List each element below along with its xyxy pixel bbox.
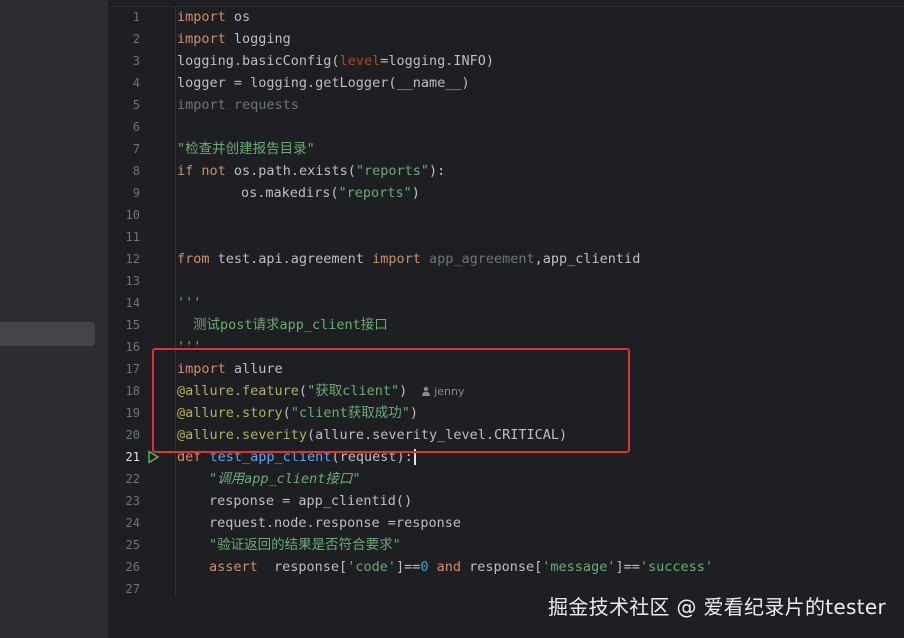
code-line-8: if not os.path.exists("reports"): xyxy=(177,163,446,179)
code-line-4: logger = logging.getLogger(__name__) xyxy=(177,75,470,91)
line-number-current: 21 xyxy=(125,450,140,464)
line-number: 18 xyxy=(125,384,140,398)
line-number: 5 xyxy=(132,98,140,112)
code-line-7: "检查并创建报告目录" xyxy=(177,141,315,157)
indent-guide xyxy=(175,6,176,596)
code-line-14: ''' xyxy=(177,295,202,311)
watermark-text: 掘金技术社区 @ 爱看纪录片的tester xyxy=(548,595,886,619)
line-number: 3 xyxy=(132,54,140,68)
code-line-26: assert response['code']==0 and response[… xyxy=(209,559,713,575)
code-line-22: "调用app_client接口" xyxy=(209,471,361,487)
line-number: 16 xyxy=(125,340,140,354)
line-number: 11 xyxy=(125,230,140,244)
line-number: 14 xyxy=(125,296,140,310)
line-number: 4 xyxy=(132,76,140,90)
line-number: 13 xyxy=(125,274,140,288)
code-line-24: request.node.response =response xyxy=(209,515,461,531)
line-number: 2 xyxy=(132,32,140,46)
line-number: 8 xyxy=(132,164,140,178)
line-number: 20 xyxy=(125,428,140,442)
code-line-9: os.makedirs("reports") xyxy=(241,185,420,201)
line-number: 15 xyxy=(125,318,140,332)
code-editor[interactable]: 1 2 3 4 5 6 7 8 9 10 11 12 13 14 15 16 1… xyxy=(108,0,904,638)
highlight-annotation-box xyxy=(152,348,630,453)
line-number: 24 xyxy=(125,516,140,530)
code-line-1: import os xyxy=(177,9,251,25)
project-tree-selected-item[interactable] xyxy=(0,322,95,346)
line-number: 1 xyxy=(132,10,140,24)
line-number: 27 xyxy=(125,582,140,596)
code-line-23: response = app_clientid() xyxy=(209,493,413,509)
line-number: 19 xyxy=(125,406,140,420)
code-line-25: "验证返回的结果是否符合要求" xyxy=(209,537,401,553)
line-number: 25 xyxy=(125,538,140,552)
line-number: 17 xyxy=(125,362,140,376)
code-line-15: 测试post请求app_client接口 xyxy=(193,317,388,333)
code-line-2: import logging xyxy=(177,31,291,47)
line-number: 6 xyxy=(132,120,140,134)
line-number: 26 xyxy=(125,560,140,574)
code-line-5: import requests xyxy=(177,97,299,113)
line-number: 12 xyxy=(125,252,140,266)
line-number: 9 xyxy=(132,186,140,200)
line-number: 10 xyxy=(125,208,140,222)
project-tool-panel xyxy=(0,0,109,638)
ide-window: 1 2 3 4 5 6 7 8 9 10 11 12 13 14 15 16 1… xyxy=(0,0,904,638)
code-line-12: from test.api.agreement import app_agree… xyxy=(177,251,641,267)
line-number: 23 xyxy=(125,494,140,508)
line-number: 7 xyxy=(132,142,140,156)
code-line-3: logging.basicConfig(level=logging.INFO) xyxy=(177,53,494,69)
line-number: 22 xyxy=(125,472,140,486)
